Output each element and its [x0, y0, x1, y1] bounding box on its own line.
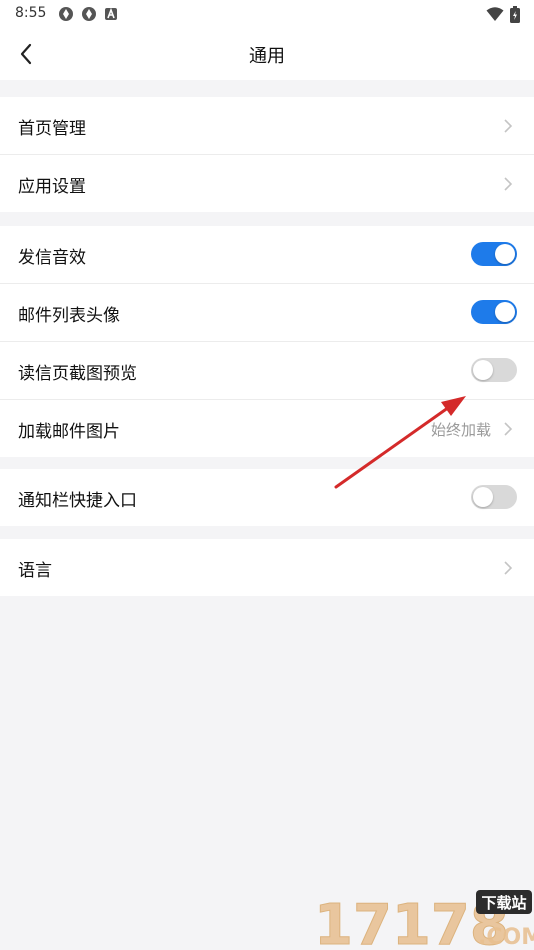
setting-row-language[interactable]: 语言 — [0, 539, 534, 596]
setting-label: 加载邮件图片 — [18, 422, 120, 442]
toggle-knob — [473, 360, 493, 380]
setting-label: 发信音效 — [18, 248, 86, 268]
setting-label: 应用设置 — [18, 177, 86, 197]
status-icons-right — [486, 5, 520, 23]
chevron-right-icon — [504, 119, 513, 133]
setting-value: 始终加载 — [430, 421, 491, 439]
setting-label: 读信页截图预览 — [18, 364, 137, 384]
status-time: 8:55 — [15, 5, 47, 21]
watermark-domain: .COM — [478, 925, 534, 950]
settings-group-language: 语言 — [0, 539, 534, 596]
setting-label: 通知栏快捷入口 — [18, 491, 137, 511]
chevron-right-icon — [504, 561, 513, 575]
settings-group-home: 首页管理 应用设置 — [0, 97, 534, 212]
settings-group-mail: 发信音效 邮件列表头像 读信页截图预览 加载邮件图片 始终加载 — [0, 226, 534, 457]
setting-row-home-management[interactable]: 首页管理 — [0, 97, 534, 155]
app-icon — [59, 7, 73, 21]
setting-row-notification-shortcut: 通知栏快捷入口 — [0, 469, 534, 526]
setting-row-load-images[interactable]: 加载邮件图片 始终加载 — [0, 400, 534, 457]
toggle-knob — [495, 302, 515, 322]
status-bar: 8:55 — [0, 0, 534, 28]
setting-label: 语言 — [18, 561, 52, 581]
chevron-right-icon — [504, 422, 513, 436]
list-avatar-toggle[interactable] — [471, 300, 517, 324]
notification-a-icon — [105, 7, 117, 20]
page-title: 通用 — [249, 46, 285, 67]
settings-group-notification: 通知栏快捷入口 — [0, 469, 534, 526]
setting-row-screenshot-preview: 读信页截图预览 — [0, 342, 534, 400]
setting-row-app-settings[interactable]: 应用设置 — [0, 155, 534, 212]
navigation-bar: 通用 — [0, 28, 534, 80]
watermark-logo: 17178 下载站 .COM — [314, 890, 534, 950]
setting-row-list-avatar: 邮件列表头像 — [0, 284, 534, 342]
setting-row-send-sound: 发信音效 — [0, 226, 534, 284]
toggle-knob — [473, 487, 493, 507]
wifi-icon — [486, 7, 504, 21]
send-sound-toggle[interactable] — [471, 242, 517, 266]
watermark-badge: 下载站 — [481, 894, 526, 912]
setting-label: 邮件列表头像 — [18, 306, 120, 326]
chevron-right-icon — [504, 177, 513, 191]
battery-icon — [510, 5, 520, 23]
app-icon — [82, 7, 96, 21]
status-icons-left — [58, 6, 118, 22]
setting-label: 首页管理 — [18, 119, 86, 139]
toggle-knob — [495, 244, 515, 264]
screenshot-preview-toggle[interactable] — [471, 358, 517, 382]
notification-shortcut-toggle[interactable] — [471, 485, 517, 509]
